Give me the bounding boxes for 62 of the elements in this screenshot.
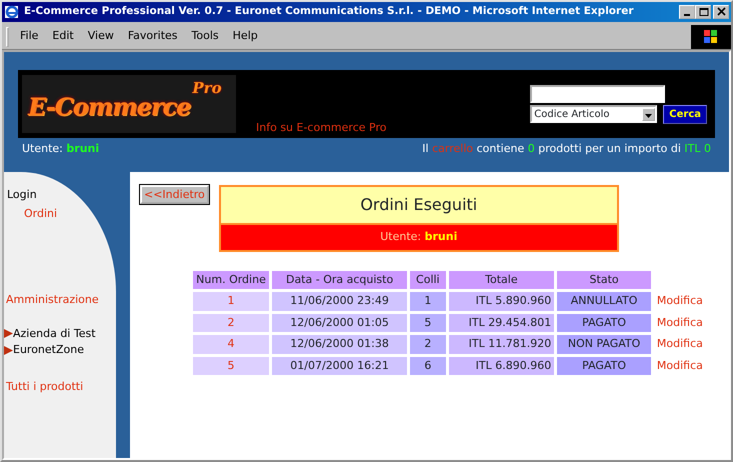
sidebar-link[interactable]: Tutti i prodotti <box>4 378 116 395</box>
menu-item[interactable]: Tools <box>184 28 226 45</box>
search-button[interactable]: Cerca <box>663 104 707 124</box>
user-name: bruni <box>66 142 100 155</box>
table-cell: PAGATO <box>557 356 651 375</box>
table-cell: 12/06/2000 01:05 <box>272 314 408 332</box>
table-cell: 1 <box>410 292 446 310</box>
table-cell: 6 <box>410 356 446 375</box>
logo-superscript: Pro <box>192 78 222 99</box>
table-cell: ITL 6.890.960 <box>448 356 554 375</box>
minimize-button[interactable] <box>679 5 695 19</box>
column-header: Colli <box>410 270 446 289</box>
edit-link[interactable]: Modifica <box>656 294 703 307</box>
column-header: Totale <box>448 270 554 289</box>
table-cell: ANNULLATO <box>557 292 651 310</box>
close-icon <box>716 7 726 17</box>
menu-item[interactable]: Edit <box>45 28 81 45</box>
column-header: Num. Ordine <box>193 270 269 289</box>
menu-item[interactable]: File <box>13 28 46 45</box>
sidebar-link[interactable]: Ordini <box>4 206 116 222</box>
edit-link[interactable]: Modifica <box>656 337 703 350</box>
edit-link[interactable]: Modifica <box>656 316 703 328</box>
table-cell: 5 <box>410 314 446 332</box>
table-cell: ITL 5.890.960 <box>448 292 554 310</box>
sidebar-link[interactable]: Amministrazione <box>4 292 116 308</box>
user-name: bruni <box>424 230 458 243</box>
column-header: Stato <box>557 270 651 289</box>
close-button[interactable] <box>713 5 729 19</box>
window-title: E-Commerce Professional Ver. 0.7 - Euronet Communications S.r.l. - DEMO - Microsoft Internet Explorer <box>24 4 634 20</box>
user-label: Utente: <box>22 142 63 155</box>
search-type-dropdown[interactable]: Codice Articolo <box>530 105 658 123</box>
maximize-button[interactable] <box>695 5 711 19</box>
maximize-icon <box>698 7 708 17</box>
sidebar-link[interactable]: Azienda di Test <box>13 326 96 342</box>
table-cell: PAGATO <box>557 314 651 332</box>
table-cell: ITL 11.781.920 <box>448 335 554 354</box>
table-cell: 2 <box>410 335 446 354</box>
logo-text: E-Commerce <box>28 91 190 123</box>
windows-logo-icon <box>691 24 731 48</box>
order-number-cell: 2 <box>193 314 269 332</box>
edit-link[interactable]: Modifica <box>656 358 703 372</box>
browser-icon <box>4 4 20 20</box>
cart-summary: Il carrello contiene 0 prodotti per un importo di ITL 0 <box>422 141 711 157</box>
minimize-icon <box>684 14 690 16</box>
order-number-cell: 4 <box>193 335 269 354</box>
menu-item[interactable]: Help <box>226 28 265 45</box>
table-cell: 12/06/2000 01:38 <box>272 335 408 354</box>
menu-item[interactable]: View <box>80 28 121 45</box>
table-cell: NON PAGATO <box>557 335 651 354</box>
panel-title: Ordini Eseguiti <box>220 187 617 225</box>
order-number-cell: 5 <box>193 356 269 375</box>
table-cell: ITL 29.454.801 <box>448 314 554 332</box>
column-header: Data - Ora acquisto <box>272 270 408 289</box>
order-number-cell: 1 <box>193 292 269 310</box>
sidebar-link[interactable]: Login <box>4 187 116 204</box>
sidebar-link[interactable]: EuronetZone <box>13 342 84 358</box>
user-label: Utente: <box>380 230 422 243</box>
menu-item[interactable]: Favorites <box>120 28 185 45</box>
table-cell: 01/07/2000 16:21 <box>272 356 408 375</box>
info-link[interactable]: Info su E-commerce Pro <box>256 120 386 136</box>
table-cell: 11/06/2000 23:49 <box>272 292 408 310</box>
search-field[interactable] <box>530 84 666 102</box>
